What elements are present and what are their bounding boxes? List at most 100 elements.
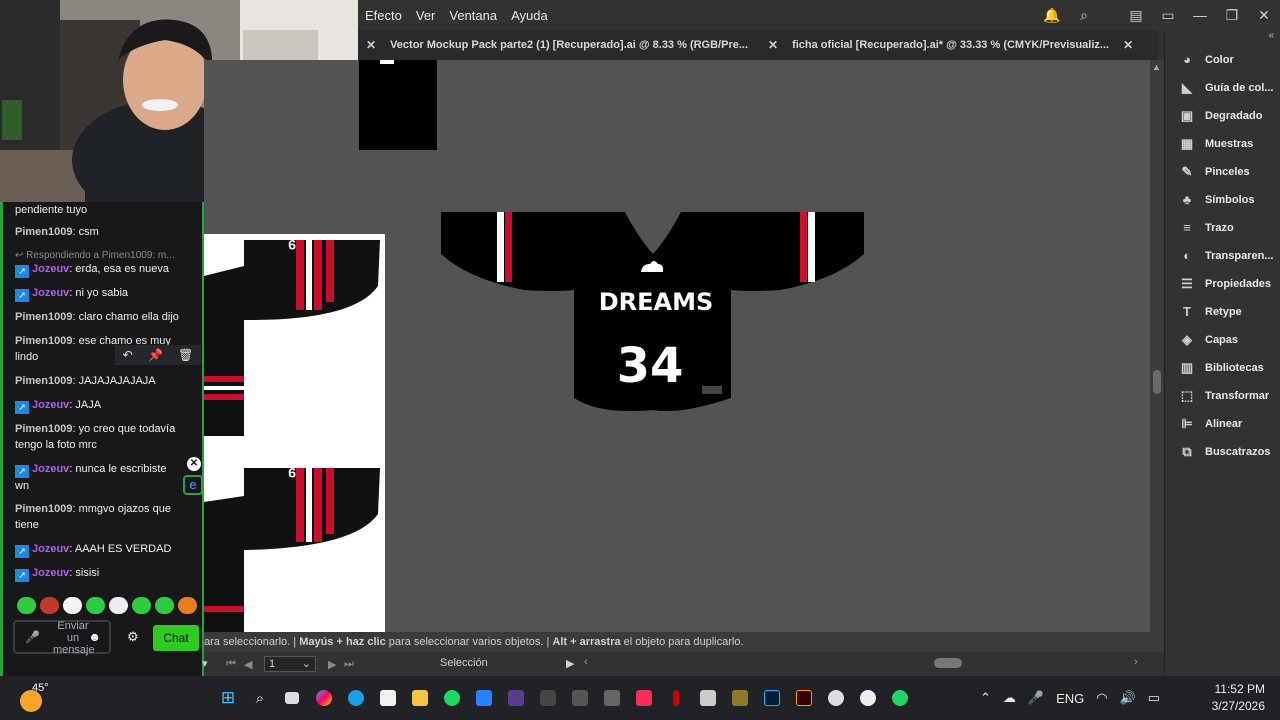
wifi-icon[interactable]: ◠ <box>1096 690 1107 706</box>
next-artboard-icon[interactable]: ▶ <box>328 658 336 671</box>
scroll-right-icon[interactable]: › <box>1134 656 1138 668</box>
panel-layers[interactable]: ◈ Capas <box>1165 326 1280 354</box>
panel-retype[interactable]: T Retype <box>1165 298 1280 326</box>
emote-button[interactable] <box>86 597 105 614</box>
close-window-icon[interactable]: ✕ <box>1248 7 1280 24</box>
chevron-up-icon[interactable]: ⌃ <box>980 690 991 706</box>
chat-send-button[interactable]: Chat <box>153 625 199 651</box>
app-icon[interactable] <box>726 684 754 712</box>
panel-symbols[interactable]: ♣ Símbolos <box>1165 186 1280 214</box>
chat-username[interactable]: Jozeuv <box>32 287 69 299</box>
chat-username[interactable]: Jozeuv <box>32 399 69 411</box>
notification-bell-icon[interactable]: 🔔 <box>1036 7 1068 24</box>
extension-icon[interactable]: e <box>183 475 203 495</box>
emote-button[interactable] <box>17 597 36 614</box>
panel-color-guide[interactable]: ◣ Guía de col... <box>1165 74 1280 102</box>
obs-icon[interactable] <box>822 684 850 712</box>
close-tab-icon[interactable]: ✕ <box>1123 38 1133 52</box>
panel-transparency[interactable]: ◐ Transparen... <box>1165 242 1280 270</box>
horizontal-scroll-thumb[interactable] <box>934 658 962 668</box>
close-tab-icon[interactable]: ✕ <box>768 38 778 52</box>
whatsapp-icon[interactable] <box>886 684 914 712</box>
panel-gradient[interactable]: ▣ Degradado <box>1165 102 1280 130</box>
delete-icon[interactable]: 🗑 <box>178 348 193 362</box>
emote-button[interactable] <box>109 597 128 614</box>
defender-icon[interactable] <box>470 684 498 712</box>
side-jersey-top[interactable]: 9 <box>204 236 385 436</box>
app-icon[interactable] <box>502 684 530 712</box>
edge-icon[interactable] <box>342 684 370 712</box>
file-explorer-icon[interactable] <box>406 684 434 712</box>
panel-stroke[interactable]: ≡ Trazo <box>1165 214 1280 242</box>
illustrator-icon[interactable] <box>790 684 818 712</box>
workspace-icon[interactable]: ▤ <box>1120 7 1152 24</box>
app-icon[interactable] <box>662 684 690 712</box>
menu-ver[interactable]: Ver <box>409 8 443 23</box>
prev-artboard-icon[interactable]: ◀ <box>244 658 252 671</box>
pin-icon[interactable]: 📌 <box>148 348 163 362</box>
close-tab-icon[interactable]: ✕ <box>366 38 376 52</box>
copilot-icon[interactable] <box>310 684 338 712</box>
menu-ventana[interactable]: Ventana <box>442 8 504 23</box>
main-jersey[interactable]: DREAMS 34 <box>440 210 865 412</box>
emoji-icon[interactable]: ☻ <box>88 630 101 644</box>
chat-username[interactable]: Pimen1009 <box>15 311 72 323</box>
start-icon[interactable]: ⊞ <box>214 684 242 712</box>
menu-ayuda[interactable]: Ayuda <box>504 8 555 23</box>
last-artboard-icon[interactable]: ⏭ <box>344 658 354 671</box>
tool-menu-icon[interactable]: ▶ <box>566 657 574 670</box>
arrange-documents-icon[interactable]: ▭ <box>1152 7 1184 24</box>
first-artboard-icon[interactable]: ⏮ <box>226 658 236 671</box>
panel-transform[interactable]: ⬚ Transformar <box>1165 382 1280 410</box>
side-jersey-bottom[interactable]: 9 <box>204 466 385 632</box>
maximize-icon[interactable]: ❐ <box>1216 7 1248 24</box>
app-icon[interactable] <box>854 684 882 712</box>
app-icon[interactable] <box>598 684 626 712</box>
music-icon[interactable] <box>630 684 658 712</box>
close-icon[interactable]: ✕ <box>187 457 201 471</box>
collapse-panels-icon[interactable]: « <box>1165 30 1280 46</box>
store-icon[interactable] <box>374 684 402 712</box>
task-view-icon[interactable] <box>278 684 306 712</box>
battery-icon[interactable]: ▭ <box>1148 690 1160 706</box>
gear-icon[interactable]: ⚙ <box>127 629 139 645</box>
chat-username[interactable]: Pimen1009 <box>15 503 72 515</box>
chat-username[interactable]: Pimen1009 <box>15 335 72 347</box>
app-icon[interactable] <box>534 684 562 712</box>
chat-username[interactable]: Pimen1009 <box>15 375 72 387</box>
chat-username[interactable]: Pimen1009 <box>15 423 72 435</box>
artboard-canvas[interactable]: 9 9 DREAMS 34 <box>204 60 1150 632</box>
search-icon[interactable]: ⌕ <box>246 684 274 712</box>
menu-efecto[interactable]: Efecto <box>358 8 409 23</box>
language-indicator[interactable]: ENG <box>1056 691 1084 706</box>
emote-button[interactable] <box>40 597 59 614</box>
scroll-thumb[interactable] <box>1153 370 1161 394</box>
chevron-down-icon[interactable]: ⌄ <box>302 657 311 671</box>
vertical-scrollbar[interactable]: ▲ ▼ <box>1150 60 1164 652</box>
emote-button[interactable] <box>63 597 82 614</box>
chat-input[interactable]: 🎤 Enviar un mensaje ☻ <box>13 620 111 656</box>
cloud-icon[interactable]: ☁ <box>1003 690 1016 706</box>
panel-align[interactable]: ⊫ Alinear <box>1165 410 1280 438</box>
volume-icon[interactable]: 🔊 <box>1120 690 1136 706</box>
panel-swatches[interactable]: ▦ Muestras <box>1165 130 1280 158</box>
microphone-icon[interactable]: 🎤 <box>25 630 40 644</box>
chat-username[interactable]: Jozeuv <box>32 567 69 579</box>
panel-brushes[interactable]: ✎ Pinceles <box>1165 158 1280 186</box>
minimize-icon[interactable]: — <box>1184 7 1216 23</box>
chat-username[interactable]: Jozeuv <box>32 263 69 275</box>
chat-username[interactable]: Jozeuv <box>32 543 69 555</box>
search-icon[interactable]: ⌕ <box>1068 7 1100 24</box>
emote-button[interactable] <box>132 597 151 614</box>
panel-pathfinder[interactable]: ⧉ Buscatrazos <box>1165 438 1280 466</box>
panel-libraries[interactable]: ▥ Bibliotecas <box>1165 354 1280 382</box>
photoshop-icon[interactable] <box>758 684 786 712</box>
panel-properties[interactable]: ☰ Propiedades <box>1165 270 1280 298</box>
reply-icon[interactable]: ↶ <box>123 348 133 362</box>
microphone-icon[interactable]: 🎤 <box>1028 690 1044 706</box>
scroll-left-icon[interactable]: ‹ <box>584 656 588 668</box>
tab-vector-mockup[interactable]: ✕ Vector Mockup Pack parte2 (1) [Recuper… <box>358 30 756 60</box>
artwork-rect[interactable] <box>359 60 437 150</box>
chat-username[interactable]: Pimen1009 <box>15 226 72 238</box>
scroll-up-icon[interactable]: ▲ <box>1152 62 1161 72</box>
